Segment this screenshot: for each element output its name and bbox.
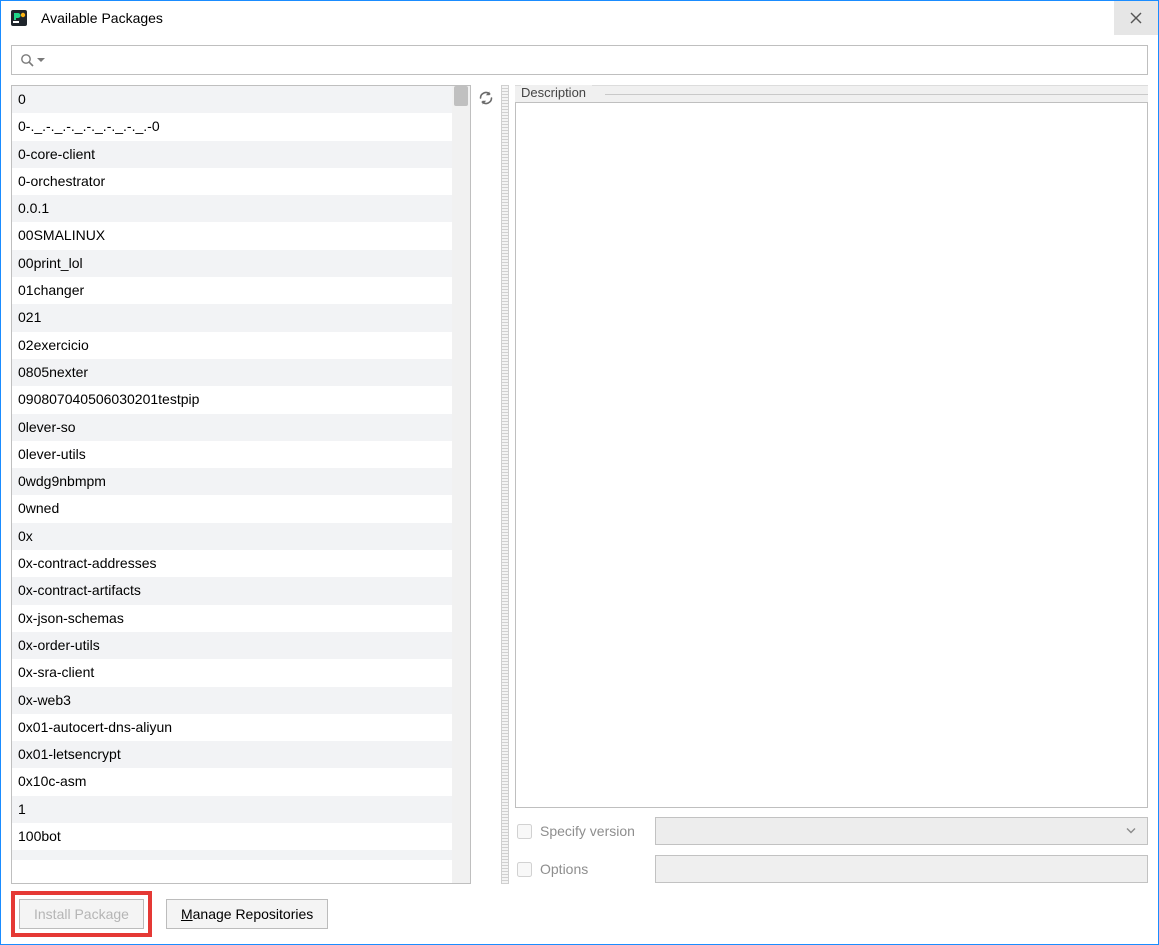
pycharm-icon bbox=[11, 10, 27, 26]
package-row[interactable]: 0lever-utils bbox=[12, 441, 452, 468]
options-input[interactable] bbox=[655, 855, 1148, 883]
package-row[interactable]: 0.0.1 bbox=[12, 195, 452, 222]
description-box bbox=[515, 102, 1148, 808]
package-row[interactable]: 1 bbox=[12, 796, 452, 823]
description-label: Description bbox=[515, 85, 1148, 102]
refresh-icon bbox=[477, 89, 495, 107]
close-button[interactable] bbox=[1114, 1, 1158, 35]
search-row bbox=[1, 35, 1158, 85]
package-row[interactable]: 0x01-letsencrypt bbox=[12, 741, 452, 768]
package-list[interactable]: 00-._.-._.-._.-._.-._.-._.-00-core-clien… bbox=[12, 86, 452, 883]
specify-version-text: Specify version bbox=[540, 823, 635, 839]
version-select[interactable] bbox=[655, 817, 1148, 845]
package-list-scrollbar[interactable] bbox=[452, 86, 470, 883]
right-column: Description Specify version Opti bbox=[509, 85, 1148, 884]
search-icon bbox=[20, 53, 34, 67]
manage-repositories-text: anage Repositories bbox=[193, 906, 314, 922]
chevron-down-icon bbox=[1125, 824, 1137, 839]
package-row[interactable]: 090807040506030201testpip bbox=[12, 386, 452, 413]
package-row[interactable]: 00print_lol bbox=[12, 250, 452, 277]
available-packages-dialog: Available Packages 00-._.-._.-._.-._.-. bbox=[0, 0, 1159, 945]
install-package-button[interactable]: Install Package bbox=[19, 899, 144, 929]
package-row[interactable]: 0x-sra-client bbox=[12, 659, 452, 686]
package-row[interactable]: 0805nexter bbox=[12, 359, 452, 386]
package-row[interactable]: 0x bbox=[12, 523, 452, 550]
package-row[interactable]: 100bot bbox=[12, 823, 452, 850]
package-list-container: 00-._.-._.-._.-._.-._.-._.-00-core-clien… bbox=[11, 85, 471, 884]
package-row[interactable]: 0-core-client bbox=[12, 141, 452, 168]
package-row[interactable]: 0x-order-utils bbox=[12, 632, 452, 659]
package-row[interactable]: 02exercicio bbox=[12, 332, 452, 359]
package-row[interactable]: 0-._.-._.-._.-._.-._.-._.-0 bbox=[12, 113, 452, 140]
window-title: Available Packages bbox=[37, 10, 1114, 26]
package-row[interactable]: 0x-contract-artifacts bbox=[12, 577, 452, 604]
titlebar: Available Packages bbox=[1, 1, 1158, 35]
scrollbar-thumb[interactable] bbox=[454, 86, 468, 106]
package-row[interactable]: 0x01-autocert-dns-aliyun bbox=[12, 714, 452, 741]
package-row[interactable]: 01changer bbox=[12, 277, 452, 304]
package-row[interactable]: 0x-contract-addresses bbox=[12, 550, 452, 577]
search-input[interactable] bbox=[51, 52, 1139, 69]
package-row[interactable] bbox=[12, 850, 452, 860]
install-highlight-annotation: Install Package bbox=[11, 891, 152, 937]
left-column: 00-._.-._.-._.-._.-._.-._.-00-core-clien… bbox=[11, 85, 501, 884]
package-row[interactable]: 0x10c-asm bbox=[12, 768, 452, 795]
package-row[interactable]: 0 bbox=[12, 86, 452, 113]
content-area: 00-._.-._.-._.-._.-._.-._.-00-core-clien… bbox=[1, 85, 1158, 884]
specify-version-checkbox[interactable] bbox=[517, 824, 532, 839]
package-row[interactable]: 0lever-so bbox=[12, 414, 452, 441]
bottom-bar: Install Package Manage Repositories bbox=[1, 884, 1158, 944]
package-row[interactable]: 021 bbox=[12, 304, 452, 331]
package-row[interactable]: 0wdg9nbmpm bbox=[12, 468, 452, 495]
package-row[interactable]: 00SMALINUX bbox=[12, 222, 452, 249]
package-row[interactable]: 0-orchestrator bbox=[12, 168, 452, 195]
package-row[interactable]: 0wned bbox=[12, 495, 452, 522]
specify-version-row: Specify version bbox=[515, 816, 1148, 846]
search-box[interactable] bbox=[11, 45, 1148, 75]
manage-repositories-button[interactable]: Manage Repositories bbox=[166, 899, 328, 929]
package-row[interactable]: 0x-json-schemas bbox=[12, 605, 452, 632]
search-options-dropdown-icon[interactable] bbox=[37, 58, 45, 62]
options-checkbox[interactable] bbox=[517, 862, 532, 877]
options-row: Options bbox=[515, 854, 1148, 884]
refresh-button[interactable] bbox=[471, 85, 501, 884]
mnemonic-m: M bbox=[181, 906, 193, 922]
specify-version-label[interactable]: Specify version bbox=[515, 823, 655, 839]
close-icon bbox=[1129, 11, 1143, 25]
splitter[interactable] bbox=[501, 85, 509, 884]
options-label[interactable]: Options bbox=[515, 861, 655, 877]
package-row[interactable]: 0x-web3 bbox=[12, 687, 452, 714]
options-text: Options bbox=[540, 861, 588, 877]
